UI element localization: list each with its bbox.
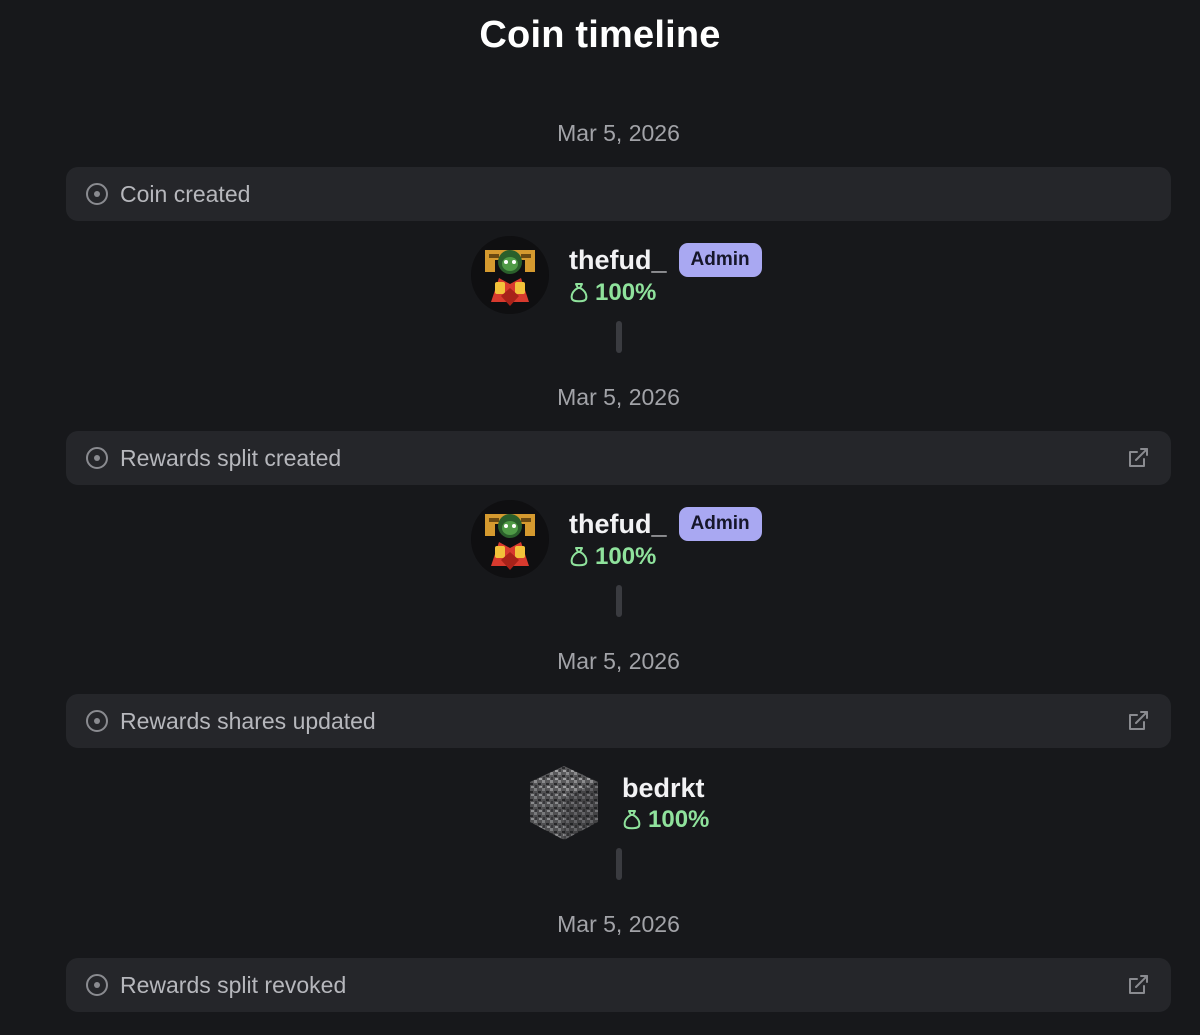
holder-entry: thefud_ Admin 100% — [66, 500, 1171, 580]
external-link-icon[interactable] — [1125, 972, 1151, 998]
holder-entry: thefud_ Admin 100% — [66, 236, 1171, 316]
event-date: Mar 5, 2026 — [557, 648, 680, 674]
timeline-event-rewards-split-revoked: Rewards split revoked — [66, 958, 1171, 1012]
page-title: Coin timeline — [479, 14, 721, 56]
event-date: Mar 5, 2026 — [557, 120, 680, 146]
avatar[interactable] — [471, 236, 549, 314]
share-percentage: 100% — [595, 543, 657, 570]
username[interactable]: thefud_ — [569, 245, 667, 276]
admin-badge: Admin — [678, 243, 762, 277]
holder-entry: bedrkt 100% — [66, 764, 1171, 844]
event-label: Rewards split revoked — [120, 971, 347, 998]
share-percentage: 100% — [595, 279, 657, 306]
circle-dot-icon — [86, 183, 108, 205]
circle-dot-icon — [86, 447, 108, 469]
event-date: Mar 5, 2026 — [557, 911, 680, 937]
event-label: Rewards split created — [120, 444, 342, 471]
username[interactable]: bedrkt — [622, 773, 705, 804]
external-link-icon[interactable] — [1125, 708, 1151, 734]
event-date: Mar 5, 2026 — [557, 384, 680, 410]
timeline-event-rewards-shares-updated: Rewards shares updated — [66, 694, 1171, 748]
timeline-event-rewards-split-created: Rewards split created — [66, 431, 1171, 485]
circle-dot-icon — [86, 974, 108, 996]
event-label: Rewards shares updated — [120, 707, 376, 734]
timeline-connector — [616, 321, 622, 353]
money-bag-icon — [623, 809, 641, 829]
circle-dot-icon — [86, 710, 108, 732]
avatar[interactable] — [471, 500, 549, 578]
avatar[interactable] — [526, 764, 602, 842]
timeline-event-coin-created: Coin created — [66, 167, 1171, 221]
external-link-icon[interactable] — [1125, 445, 1151, 471]
timeline-connector — [616, 848, 622, 880]
username[interactable]: thefud_ — [569, 509, 667, 540]
event-label: Coin created — [120, 180, 251, 207]
share-percentage: 100% — [648, 805, 710, 833]
admin-badge: Admin — [678, 507, 762, 541]
money-bag-icon — [570, 547, 588, 567]
money-bag-icon — [570, 283, 588, 303]
coin-timeline-page: Coin timeline Mar 5, 2026 Coin created t… — [0, 0, 1200, 1035]
timeline-connector — [616, 585, 622, 617]
